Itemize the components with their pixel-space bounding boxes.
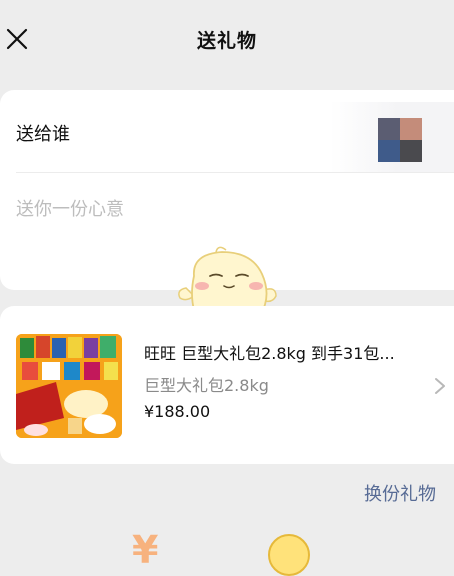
recipient-label: 送给谁 — [16, 124, 70, 145]
coin-sticker-icon — [268, 534, 310, 576]
snack-gift-pack-image — [16, 334, 122, 438]
avatar-tile — [400, 118, 422, 140]
gift-product-card[interactable]: 旺旺 巨型大礼包2.8kg 到手31包... 巨型大礼包2.8kg ¥188.0… — [0, 306, 454, 464]
avatar-tile — [378, 140, 400, 162]
product-name: 旺旺 巨型大礼包2.8kg 到手31包... — [144, 344, 395, 363]
divider — [16, 172, 454, 173]
avatar-tile — [378, 118, 400, 140]
total-price-partial: ¥ — [132, 528, 161, 572]
page-title: 送礼物 — [196, 30, 257, 52]
product-price: ¥188.00 — [144, 402, 211, 421]
avatar-tile — [400, 140, 422, 162]
chevron-right-icon[interactable] — [433, 376, 447, 396]
product-spec: 巨型大礼包2.8kg — [144, 376, 269, 395]
message-input[interactable] — [16, 194, 376, 224]
change-gift-link[interactable]: 换份礼物 — [364, 480, 436, 506]
top-bar: 送礼物 — [0, 0, 454, 78]
avatar-icon[interactable] — [378, 118, 422, 162]
